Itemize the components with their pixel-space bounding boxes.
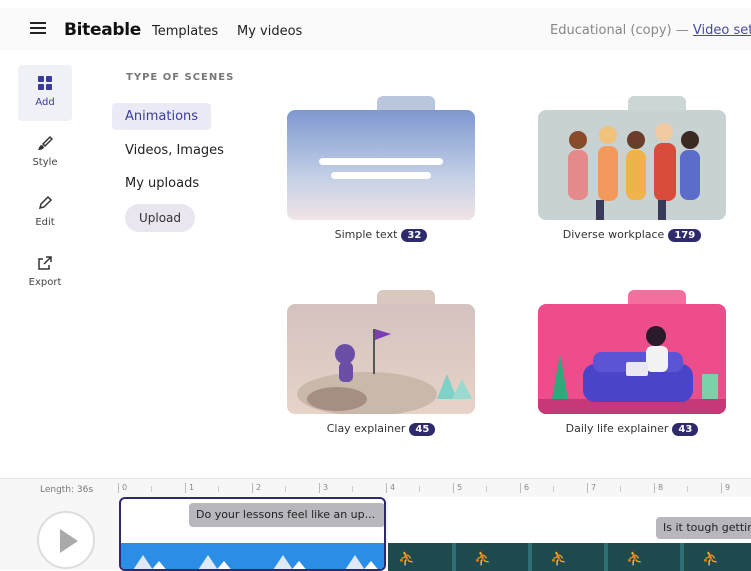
- scene-type-heading: TYPE OF SCENES: [126, 72, 235, 83]
- count-badge: 43: [672, 423, 699, 436]
- timeline: Length: 36s 0 1 2 3 4 5 6 7 8 9 Do your …: [0, 478, 751, 571]
- ruler-tick: 3: [319, 483, 328, 493]
- scene-type-animations[interactable]: Animations: [112, 103, 212, 130]
- app-logo[interactable]: Biteable: [64, 20, 141, 40]
- ruler-tick: 4: [386, 483, 395, 493]
- svg-text:⛹: ⛹: [550, 549, 567, 567]
- sidebar-item-style[interactable]: Style: [18, 125, 72, 181]
- project-name[interactable]: Educational (copy): [550, 23, 672, 38]
- pencil-icon: [18, 195, 72, 217]
- folder-name: Clay explainer: [326, 422, 406, 435]
- export-icon: [18, 255, 72, 277]
- sidebar-item-label: Edit: [35, 217, 55, 228]
- clip-filmstrip: ⛹ ⛹ ⛹ ⛹ ⛹: [388, 543, 751, 571]
- hamburger-menu-icon[interactable]: [30, 22, 46, 34]
- ruler-tick: 5: [453, 483, 462, 493]
- ruler-tick: 1: [185, 483, 194, 493]
- video-settings-link[interactable]: Video set: [693, 23, 751, 38]
- svg-text:⛹: ⛹: [398, 549, 415, 567]
- sidebar-item-edit[interactable]: Edit: [18, 185, 72, 241]
- svg-text:⛹: ⛹: [626, 549, 643, 567]
- sidebar-item-label: Export: [28, 277, 62, 288]
- timeline-clip-2[interactable]: Is it tough gettin ⛹ ⛹ ⛹ ⛹ ⛹: [388, 497, 751, 571]
- timeline-ruler[interactable]: 0 1 2 3 4 5 6 7 8 9: [118, 483, 751, 495]
- upload-button[interactable]: Upload: [125, 204, 195, 232]
- nav-my-videos[interactable]: My videos: [237, 24, 302, 39]
- folder-caption: Simple text 32: [287, 228, 475, 242]
- sidebar-item-label: Style: [32, 157, 58, 168]
- scene-type-my-uploads[interactable]: My uploads: [112, 170, 212, 197]
- ruler-tick: 6: [520, 483, 529, 493]
- nav-templates[interactable]: Templates: [152, 24, 218, 39]
- scene-type-panel: TYPE OF SCENES Animations Videos, Images…: [112, 72, 262, 232]
- folder-thumbnail: [287, 304, 475, 414]
- folder-caption: Clay explainer 45: [287, 422, 475, 436]
- ruler-tick: 9: [721, 483, 730, 493]
- clip-caption: Do your lessons feel like an up...: [189, 503, 384, 527]
- sidebar: Add Style Edit Export: [0, 51, 90, 471]
- folder-name: Simple text: [334, 228, 398, 241]
- ruler-tick: 8: [654, 483, 663, 493]
- ruler-tick: 7: [587, 483, 596, 493]
- clip-caption: Is it tough gettin: [656, 517, 751, 539]
- folder-thumbnail: [538, 110, 726, 220]
- clip-filmstrip: [121, 543, 384, 569]
- ruler-tick: 2: [252, 483, 261, 493]
- brush-icon: [18, 135, 72, 157]
- video-length: Length: 36s: [40, 485, 94, 495]
- sidebar-item-export[interactable]: Export: [18, 245, 72, 301]
- folder-thumbnail: [538, 304, 726, 414]
- folder-name: Daily life explainer: [565, 422, 669, 435]
- scene-type-videos-images[interactable]: Videos, Images: [112, 137, 237, 164]
- play-icon: [60, 529, 78, 553]
- count-badge: 32: [401, 229, 428, 242]
- count-badge: 179: [668, 229, 702, 242]
- sidebar-item-add[interactable]: Add: [18, 65, 72, 121]
- svg-text:⛹: ⛹: [474, 549, 491, 567]
- folder-caption: Diverse workplace 179: [538, 228, 726, 242]
- timeline-clip-1[interactable]: Do your lessons feel like an up...: [119, 497, 386, 571]
- folder-thumbnail: [287, 110, 475, 220]
- top-bar: Biteable Templates My videos Educational…: [0, 0, 751, 50]
- svg-text:⛹: ⛹: [702, 549, 719, 567]
- breadcrumb-separator: —: [675, 23, 689, 38]
- folder-caption: Daily life explainer 43: [538, 422, 726, 436]
- folder-name: Diverse workplace: [562, 228, 665, 241]
- sidebar-item-label: Add: [35, 97, 55, 108]
- breadcrumb: Educational (copy) — Video set: [550, 23, 751, 38]
- count-badge: 45: [409, 423, 436, 436]
- grid-icon: [18, 75, 72, 97]
- play-button[interactable]: [37, 511, 95, 569]
- ruler-tick: 0: [118, 483, 127, 493]
